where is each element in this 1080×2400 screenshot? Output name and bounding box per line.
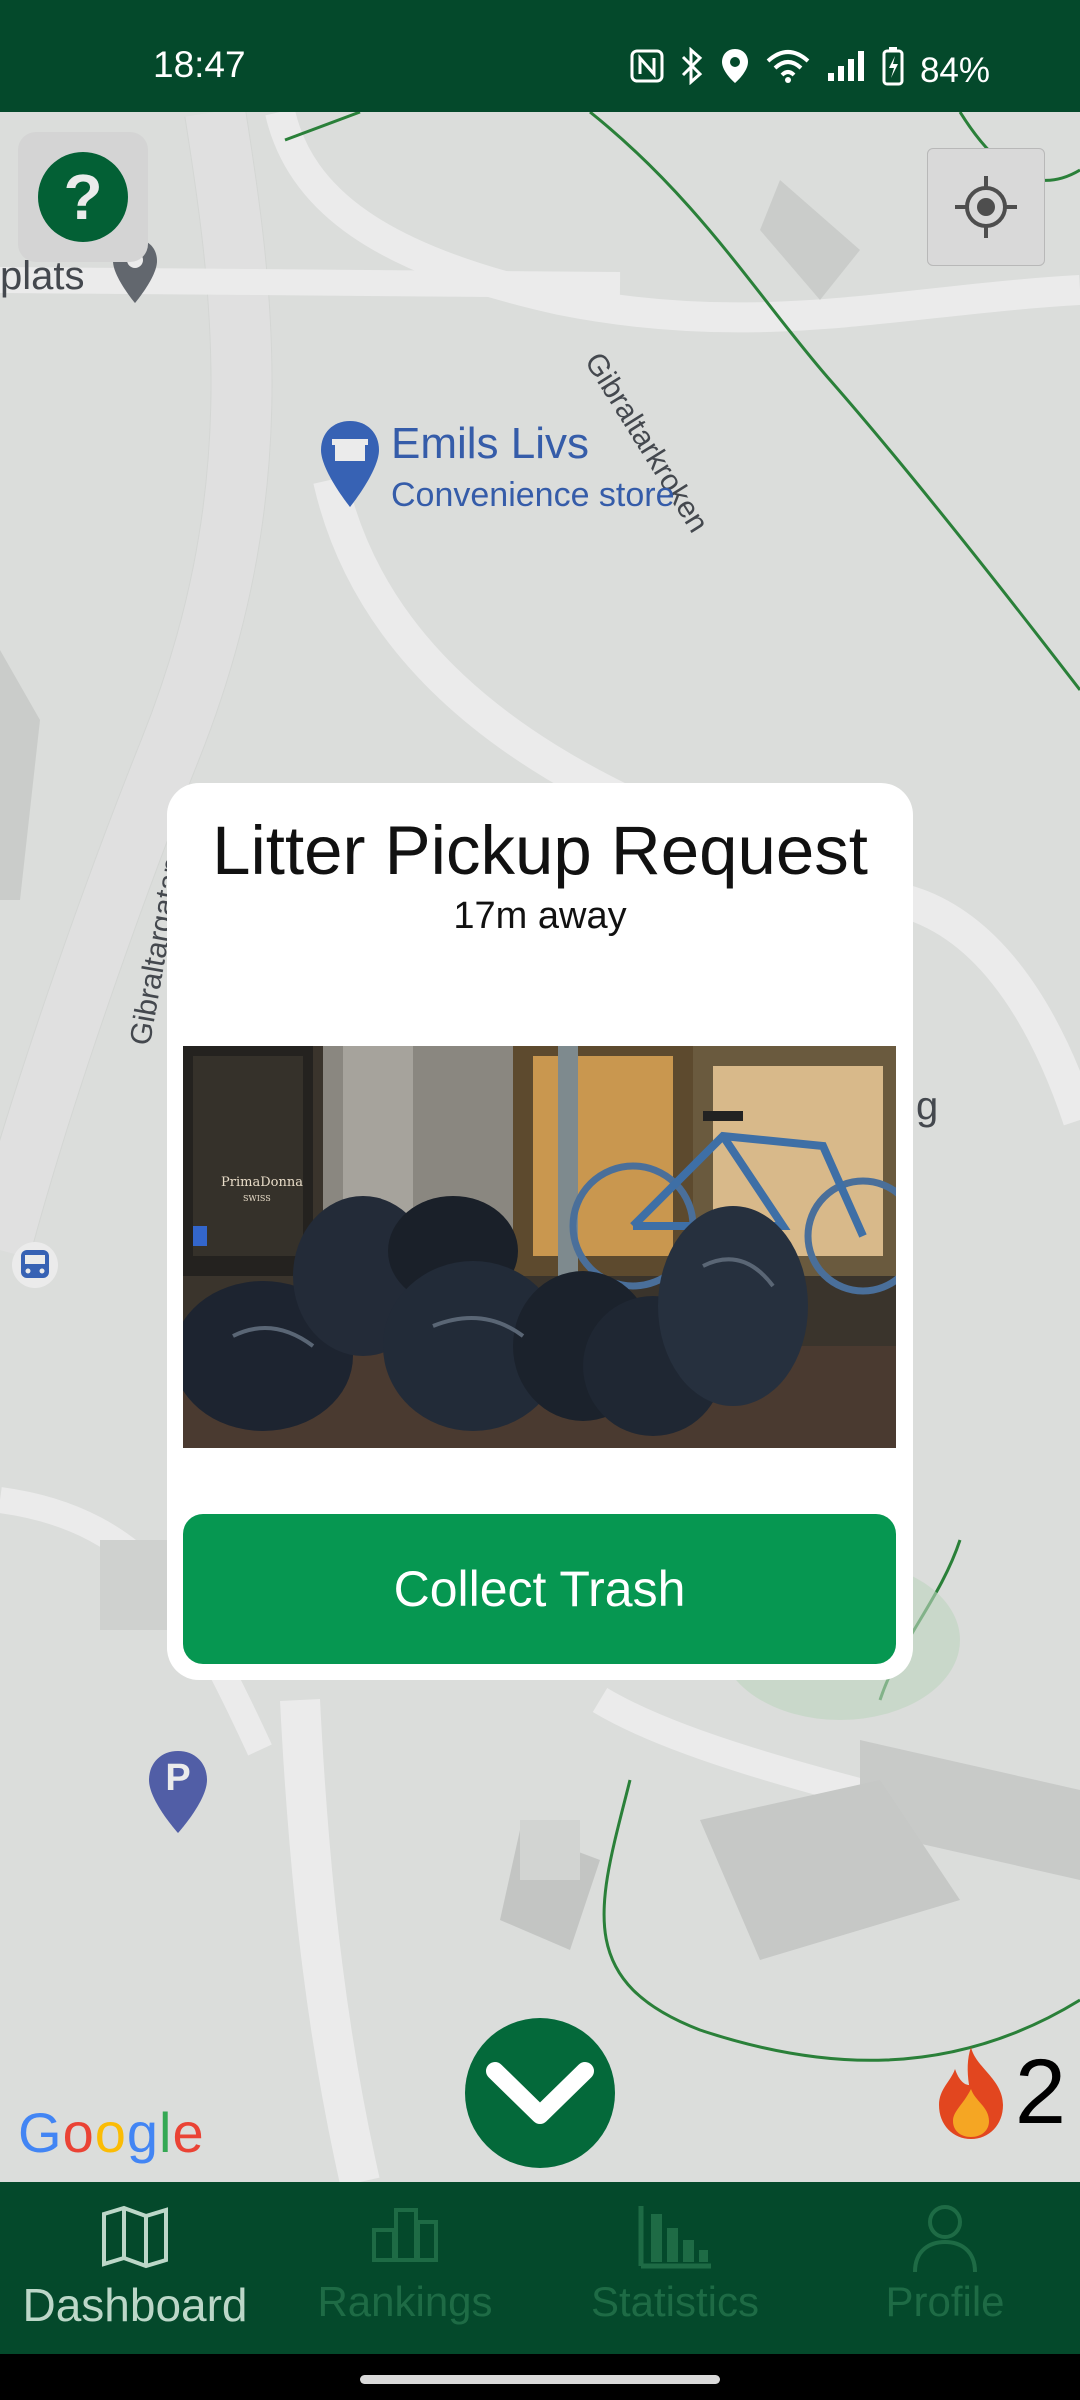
status-bar: 18:47 84% xyxy=(0,0,1080,112)
nav-statistics[interactable]: Statistics xyxy=(540,2182,810,2354)
wifi-icon xyxy=(766,49,810,92)
streak-counter: 2 xyxy=(933,2040,1066,2145)
nav-dashboard[interactable]: Dashboard xyxy=(0,2182,270,2354)
battery-charging-icon xyxy=(882,46,904,95)
photo-sign-primadonna: PrimaDonna xyxy=(221,1175,303,1190)
dialog-title: Litter Pickup Request xyxy=(212,812,868,889)
confirm-checkmark-button[interactable] xyxy=(465,2018,615,2168)
signal-icon xyxy=(826,49,866,92)
status-icons: 84% xyxy=(630,46,990,95)
nav-rankings[interactable]: Rankings xyxy=(270,2182,540,2354)
map-icon xyxy=(100,2204,170,2275)
person-icon xyxy=(910,2204,980,2279)
collect-trash-button[interactable]: Collect Trash xyxy=(183,1514,896,1664)
podium-icon xyxy=(370,2204,440,2269)
home-gesture-bar[interactable] xyxy=(360,2375,720,2384)
chevron-down-icon xyxy=(486,2062,594,2124)
nav-profile[interactable]: Profile xyxy=(810,2182,1080,2354)
status-time: 18:47 xyxy=(153,44,246,85)
nav-statistics-label: Statistics xyxy=(590,2278,760,2325)
photo-sign-swiss: SWISS xyxy=(243,1194,271,1203)
dialog-distance: 17m away xyxy=(453,895,627,937)
litter-photo: PrimaDonna SWISS xyxy=(183,1046,896,1448)
bluetooth-icon xyxy=(680,46,704,94)
litter-request-dialog: Litter Pickup Request 17m away PrimaDonn… xyxy=(167,783,913,1680)
nfc-icon xyxy=(630,49,664,92)
nav-profile-label: Profile xyxy=(885,2278,1005,2325)
battery-percent: 84% xyxy=(919,50,990,90)
bottom-nav: Dashboard Rankings Statistics Profile xyxy=(0,2182,1080,2354)
streak-count: 2 xyxy=(1014,2041,1066,2143)
location-icon xyxy=(720,47,750,94)
google-logo: Google xyxy=(18,2101,205,2164)
bar-chart-icon xyxy=(637,2204,713,2275)
nav-dashboard-label: Dashboard xyxy=(22,2279,248,2331)
fire-icon xyxy=(938,2046,1003,2139)
nav-rankings-label: Rankings xyxy=(317,2278,493,2325)
